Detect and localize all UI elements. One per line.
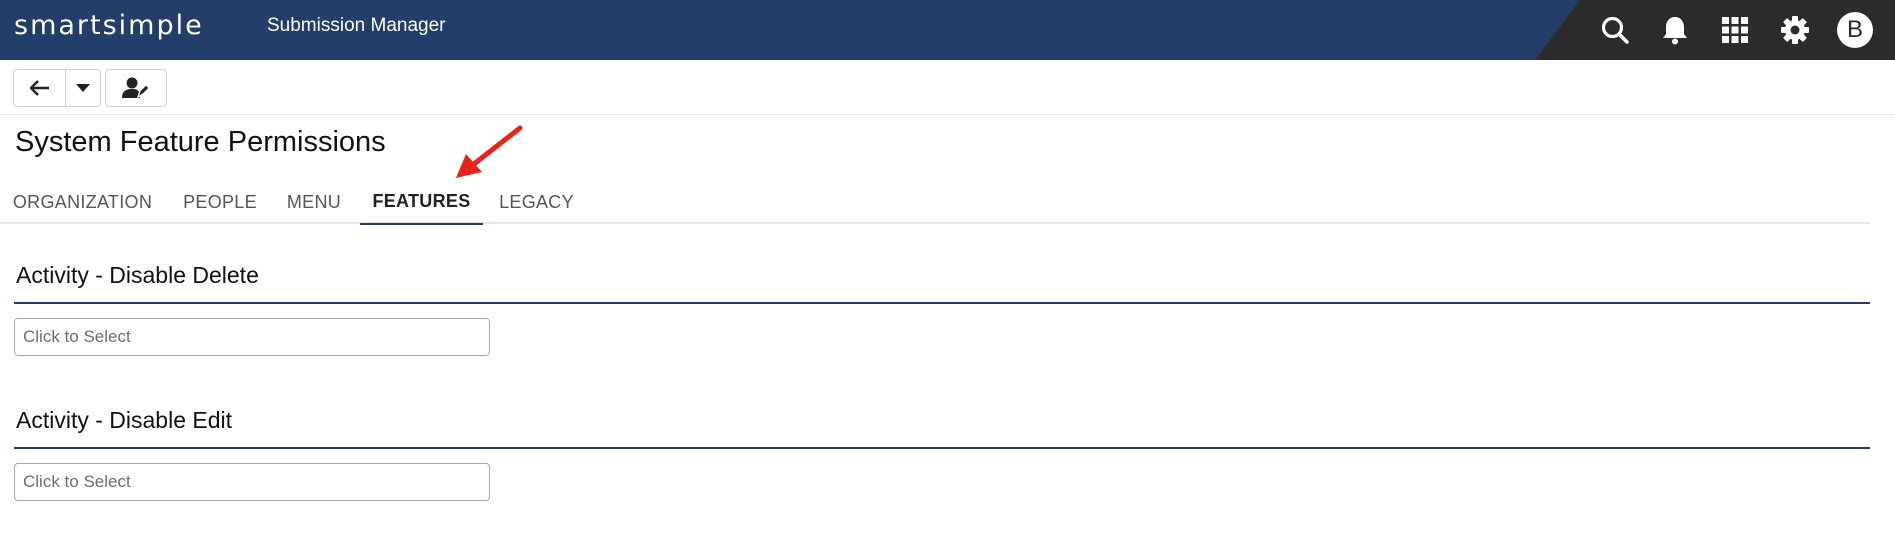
- user-avatar[interactable]: B: [1825, 0, 1885, 60]
- back-button-group: [13, 69, 101, 107]
- user-edit-button[interactable]: [105, 69, 167, 107]
- back-arrow-icon: [29, 80, 49, 96]
- caret-down-icon: [76, 84, 90, 92]
- annotation-arrow-icon: [456, 125, 523, 178]
- disable-delete-select[interactable]: [14, 318, 490, 356]
- bell-icon[interactable]: [1645, 0, 1705, 60]
- section-heading-disable-edit: Activity - Disable Edit: [16, 407, 233, 433]
- avatar-initial: B: [1837, 12, 1873, 48]
- page-title: System Feature Permissions: [15, 126, 386, 158]
- top-navigation-bar: smartsimple Submission Manager B: [0, 0, 1895, 60]
- gear-icon[interactable]: [1765, 0, 1825, 60]
- top-icons: B: [1585, 0, 1885, 60]
- section-divider: [14, 302, 1870, 304]
- search-icon[interactable]: [1585, 0, 1645, 60]
- tab-menu[interactable]: MENU: [276, 180, 352, 224]
- toolbar: [0, 60, 1895, 115]
- tab-organization[interactable]: ORGANIZATION: [0, 180, 165, 224]
- disable-edit-select[interactable]: [14, 463, 490, 501]
- tab-people[interactable]: PEOPLE: [170, 180, 270, 224]
- section-heading-disable-delete: Activity - Disable Delete: [16, 262, 259, 288]
- app-title[interactable]: Submission Manager: [267, 15, 445, 37]
- section-divider: [14, 447, 1870, 449]
- back-button[interactable]: [14, 70, 66, 106]
- history-dropdown-button[interactable]: [66, 70, 100, 106]
- apps-grid-icon[interactable]: [1705, 0, 1765, 60]
- tab-bar: ORGANIZATION PEOPLE MENU FEATURES LEGACY: [0, 180, 1870, 225]
- brand-logo[interactable]: smartsimple: [14, 10, 204, 41]
- user-edit-icon: [122, 77, 150, 99]
